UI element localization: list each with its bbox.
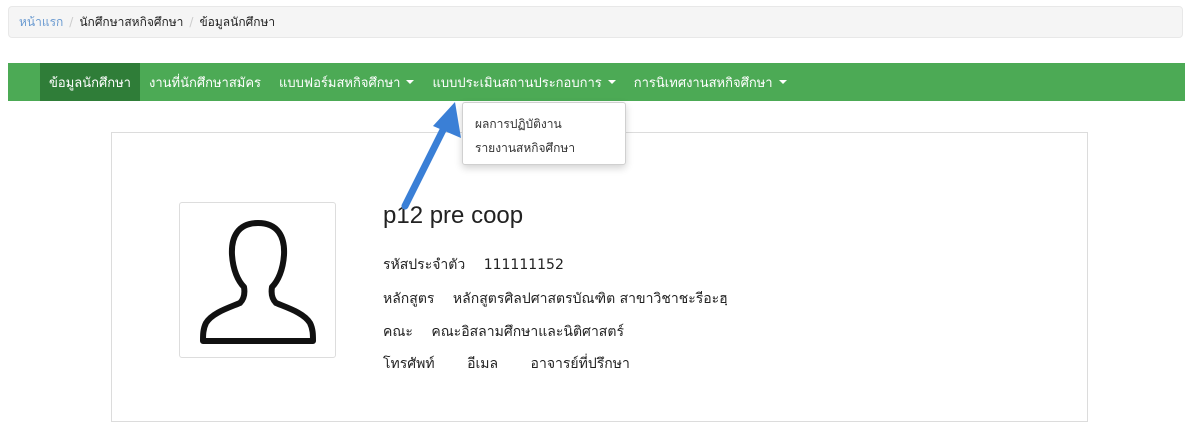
nav-item-label: แบบฟอร์มสหกิจศึกษา [279,75,401,91]
dropdown-item-work-results[interactable]: ผลการปฏิบัติงาน [463,112,625,136]
nav-item-workplace-evaluation[interactable]: แบบประเมินสถานประกอบการ [423,63,624,101]
nav-item-label: งานที่นักศึกษาสมัคร [148,75,262,91]
student-id-value: 111111152 [483,257,564,273]
nav-item-label: ข้อมูลนักศึกษา [49,75,131,91]
faculty-label: คณะ [383,324,413,340]
breadcrumb-home-link[interactable]: หน้าแรก [19,13,63,32]
caret-down-icon [607,80,616,84]
main-navbar: ข้อมูลนักศึกษา งานที่นักศึกษาสมัคร แบบฟอ… [8,63,1185,101]
student-id-row: รหัสประจำตัว 111111152 [383,254,564,276]
nav-item-student-info[interactable]: ข้อมูลนักศึกษา [40,63,140,101]
nav-item-label: การนิเทศงานสหกิจศึกษา [633,75,773,91]
dropdown-item-coop-report[interactable]: รายงานสหกิจศึกษา [463,136,625,160]
caret-down-icon [406,80,415,84]
avatar [179,202,336,358]
nav-item-label: แบบประเมินสถานประกอบการ [432,75,602,91]
user-silhouette-icon [199,220,316,344]
program-label: หลักสูตร [383,291,435,307]
program-row: หลักสูตร หลักสูตรศิลปศาสตรบัณฑิต สาขาวิช… [383,288,728,310]
faculty-row: คณะ คณะอิสลามศึกษาและนิติศาสตร์ [383,321,624,343]
workplace-evaluation-dropdown: ผลการปฏิบัติงาน รายงานสหกิจศึกษา [462,102,626,165]
caret-down-icon [778,80,787,84]
faculty-value: คณะอิสลามศึกษาและนิติศาสตร์ [431,324,624,340]
nav-item-applied-jobs[interactable]: งานที่นักศึกษาสมัคร [140,63,270,101]
student-id-label: รหัสประจำตัว [383,257,466,273]
email-label: อีเมล [467,356,499,372]
breadcrumb-separator: / [69,15,74,29]
nav-item-coop-supervision[interactable]: การนิเทศงานสหกิจศึกษา [625,63,796,101]
nav-item-coop-forms[interactable]: แบบฟอร์มสหกิจศึกษา [270,63,423,101]
breadcrumb-separator: / [189,15,194,29]
advisor-label: อาจารย์ที่ปรึกษา [530,356,630,372]
breadcrumb-current: ข้อมูลนักศึกษา [199,14,276,29]
annotation-arrow-icon [401,102,461,210]
breadcrumb-section[interactable]: นักศึกษาสหกิจศึกษา [79,13,183,32]
program-value: หลักสูตรศิลปศาสตรบัณฑิต สาขาวิชาชะรีอะฮฺ [452,291,728,307]
phone-label: โทรศัพท์ [383,356,435,372]
breadcrumb: หน้าแรก / นักศึกษาสหกิจศึกษา / ข้อมูลนัก… [8,6,1183,38]
contact-row: โทรศัพท์ อีเมล อาจารย์ที่ปรึกษา [383,353,630,375]
